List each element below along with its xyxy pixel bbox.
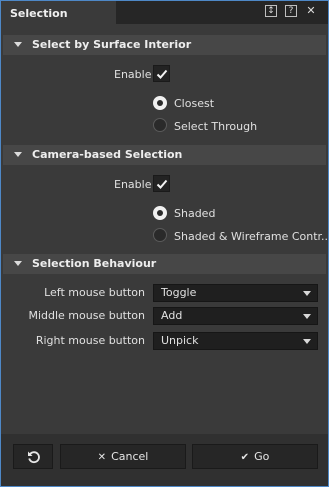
- dropdown-arrow-icon: [303, 291, 311, 296]
- section-title: Camera-based Selection: [32, 148, 183, 161]
- collapse-triangle-icon: [14, 261, 22, 266]
- radio-shaded-wireframe[interactable]: [153, 228, 167, 242]
- left-mouse-button-select[interactable]: Toggle: [153, 284, 318, 302]
- section-header-selection-behaviour[interactable]: Selection Behaviour: [3, 254, 326, 274]
- section-title: Selection Behaviour: [32, 257, 157, 270]
- radio-select-through-label: Select Through: [174, 120, 258, 133]
- cancel-label: Cancel: [111, 450, 149, 463]
- section-title: Select by Surface Interior: [32, 38, 192, 51]
- section-header-camera-selection[interactable]: Camera-based Selection: [3, 145, 326, 165]
- pin-icon[interactable]: ↕: [265, 5, 277, 17]
- help-icon[interactable]: ?: [285, 5, 297, 17]
- middle-mouse-button-label: Middle mouse button: [28, 309, 145, 322]
- reset-button[interactable]: [13, 444, 53, 469]
- select-value: Toggle: [161, 286, 197, 299]
- window-tab[interactable]: Selection Options: [1, 1, 116, 46]
- radio-shaded-wireframe-label: Shaded & Wireframe Contr...: [174, 230, 329, 243]
- cancel-button[interactable]: ✕ Cancel: [60, 444, 186, 469]
- check-icon: ✔: [240, 452, 250, 463]
- checkmark-icon: [156, 69, 168, 79]
- reset-icon: [28, 451, 40, 464]
- dropdown-arrow-icon: [303, 314, 311, 319]
- radio-select-through[interactable]: [153, 118, 167, 132]
- close-icon: ✕: [97, 452, 107, 463]
- dropdown-arrow-icon: [303, 339, 311, 344]
- surface-interior-enable-checkbox[interactable]: [153, 65, 170, 82]
- collapse-triangle-icon: [14, 42, 22, 47]
- radio-shaded[interactable]: [153, 206, 167, 220]
- middle-mouse-button-select[interactable]: Add: [153, 307, 318, 325]
- right-mouse-button-select[interactable]: Unpick: [153, 332, 318, 350]
- enable-label: Enable: [114, 178, 152, 191]
- radio-shaded-label: Shaded: [174, 207, 216, 220]
- radio-closest[interactable]: [153, 96, 167, 110]
- title-bar: Selection Options ↕ ? ✕: [1, 1, 328, 46]
- checkmark-icon: [156, 179, 168, 189]
- go-button[interactable]: ✔ Go: [192, 444, 318, 469]
- collapse-triangle-icon: [14, 152, 22, 157]
- radio-closest-label: Closest: [174, 97, 215, 110]
- camera-selection-enable-checkbox[interactable]: [153, 175, 170, 192]
- left-mouse-button-label: Left mouse button: [44, 286, 145, 299]
- right-mouse-button-label: Right mouse button: [35, 334, 145, 347]
- select-value: Add: [161, 309, 183, 322]
- close-icon[interactable]: ✕: [305, 5, 317, 17]
- selection-options-window: Selection Options ↕ ? ✕ Select by Surfac…: [0, 0, 329, 487]
- section-header-surface-interior[interactable]: Select by Surface Interior: [3, 35, 326, 55]
- go-label: Go: [254, 450, 270, 463]
- select-value: Unpick: [161, 334, 199, 347]
- enable-label: Enable: [114, 68, 152, 81]
